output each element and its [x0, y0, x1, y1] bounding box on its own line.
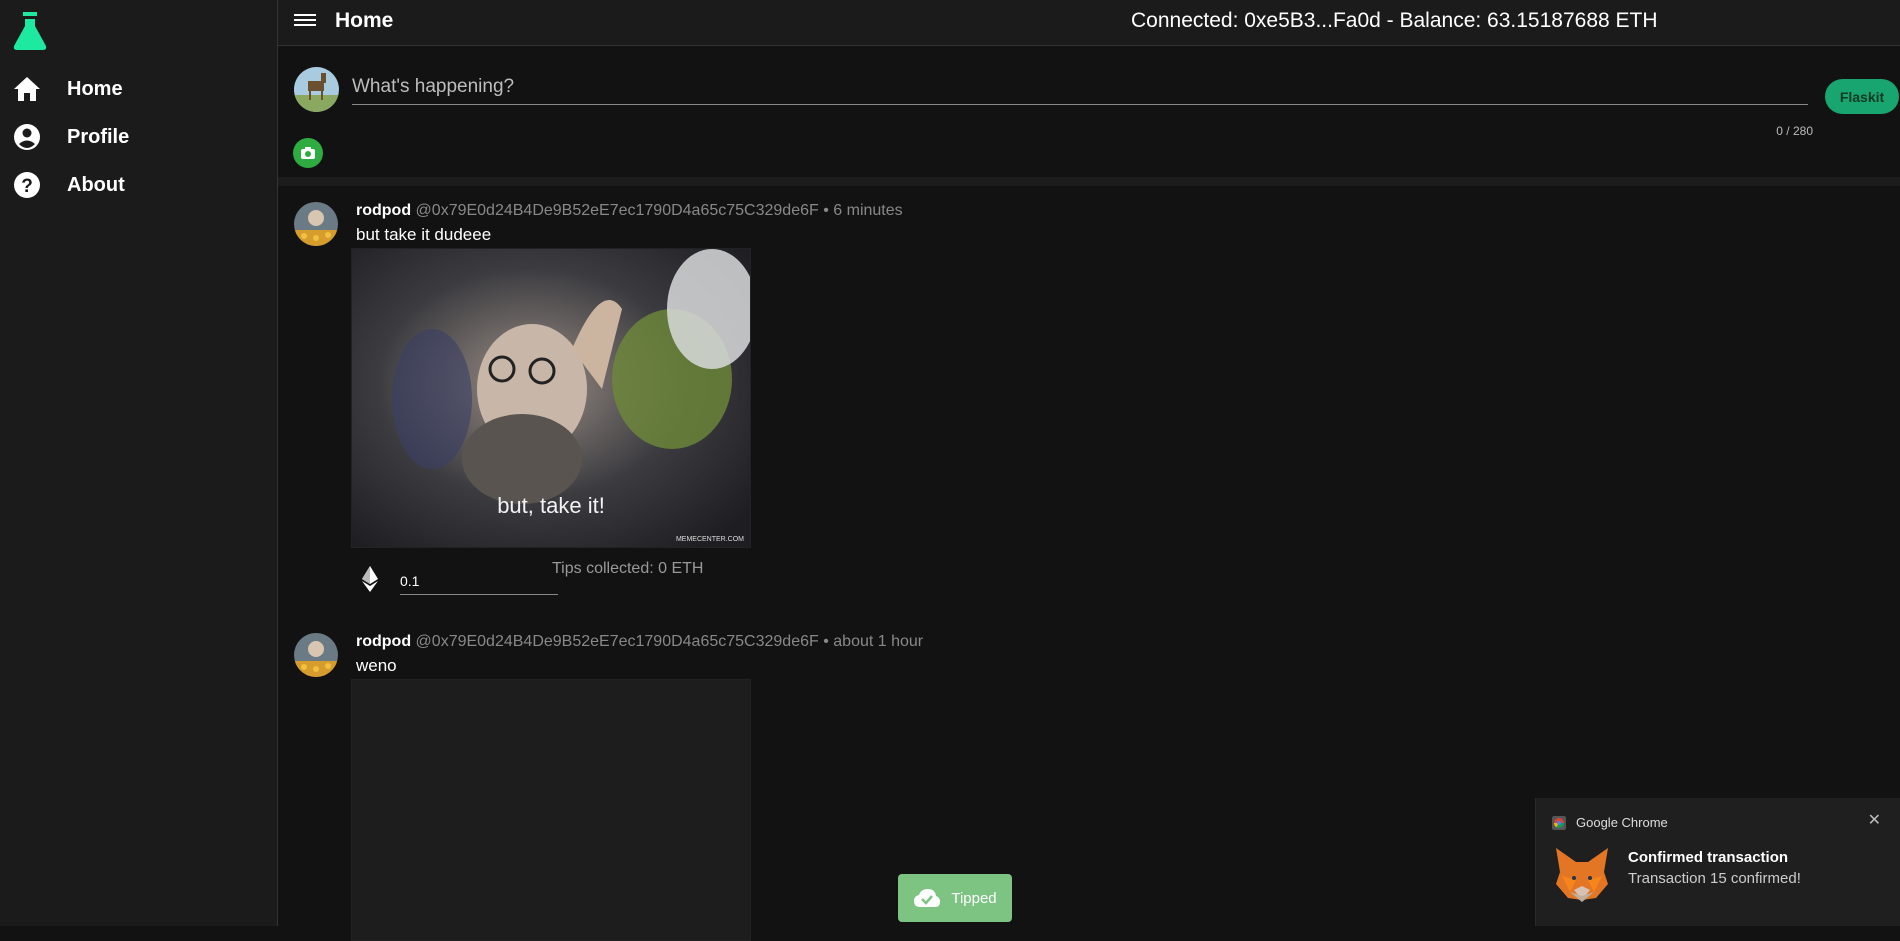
meme-caption: but, take it! [497, 493, 605, 518]
post-item: rodpod @0x79E0d24B4De9B52eE7ec1790D4a65c… [278, 202, 1900, 602]
post-handle: @0x79E0d24B4De9B52eE7ec1790D4a65c75C329d… [415, 633, 819, 650]
post-time: about 1 hour [833, 633, 924, 650]
character-counter: 0 / 280 [1776, 124, 1813, 138]
top-bar: Home Connected: 0xe5B3...Fa0d - Balance:… [278, 0, 1900, 46]
sidebar-item-label: Home [67, 77, 123, 100]
notification-toast[interactable]: Google Chrome ✕ Confirmed transaction Tr… [1535, 798, 1900, 926]
post-handle: @0x79E0d24B4De9B52eE7ec1790D4a65c75C329d… [415, 202, 819, 219]
notification-body: Transaction 15 confirmed! [1628, 870, 1801, 887]
post-meta: rodpod @0x79E0d24B4De9B52eE7ec1790D4a65c… [356, 633, 923, 651]
tipped-snackbar: Tipped [898, 874, 1012, 922]
post-text: weno [356, 656, 397, 675]
sidebar-item-about[interactable]: ? About [12, 167, 125, 203]
tips-collected: Tips collected: 0 ETH [552, 560, 704, 577]
post-meta: rodpod @0x79E0d24B4De9B52eE7ec1790D4a65c… [356, 202, 903, 220]
page-title: Home [335, 9, 394, 32]
cloud-done-icon [914, 889, 941, 907]
post-image[interactable]: but, take it! MEMECENTER.COM [351, 248, 751, 548]
menu-icon[interactable] [294, 11, 316, 33]
sidebar-item-home[interactable]: Home [12, 71, 123, 107]
sidebar-item-profile[interactable]: Profile [12, 119, 129, 155]
composer: 0 / 280 Flaskit [278, 46, 1900, 177]
composer-divider [278, 177, 1900, 186]
sidebar-item-label: Profile [67, 125, 130, 148]
post-input[interactable] [352, 70, 1808, 105]
camera-icon[interactable] [293, 138, 323, 168]
user-avatar[interactable] [294, 67, 339, 112]
chrome-icon [1552, 816, 1566, 830]
post-text: but take it dudeee [356, 225, 492, 244]
help-circle-icon: ? [12, 170, 42, 200]
post-username[interactable]: rodpod [356, 633, 411, 650]
flask-icon[interactable] [12, 10, 48, 52]
meme-watermark: MEMECENTER.COM [676, 536, 744, 543]
close-icon[interactable]: ✕ [1868, 810, 1881, 830]
home-icon [12, 74, 42, 104]
notification-app-name: Google Chrome [1576, 815, 1668, 830]
account-circle-icon [12, 122, 42, 152]
post-separator: • [823, 202, 829, 219]
wallet-connection-status: Connected: 0xe5B3...Fa0d - Balance: 63.1… [1131, 9, 1658, 32]
post-avatar[interactable] [294, 202, 338, 246]
metamask-fox-icon [1556, 848, 1608, 902]
post-avatar[interactable] [294, 633, 338, 677]
svg-text:?: ? [21, 176, 33, 197]
ethereum-icon [362, 566, 378, 592]
post-image-placeholder[interactable] [351, 679, 751, 941]
post-time: 6 minutes [833, 202, 903, 219]
sidebar-item-label: About [67, 173, 125, 196]
snackbar-label: Tipped [951, 889, 997, 907]
tip-amount-input[interactable] [400, 568, 558, 595]
post-username[interactable]: rodpod [356, 202, 411, 219]
flaskit-button[interactable]: Flaskit [1825, 79, 1899, 114]
sidebar: Home Profile ? About [0, 0, 278, 926]
post-separator: • [823, 633, 829, 650]
notification-title: Confirmed transaction [1628, 849, 1789, 866]
